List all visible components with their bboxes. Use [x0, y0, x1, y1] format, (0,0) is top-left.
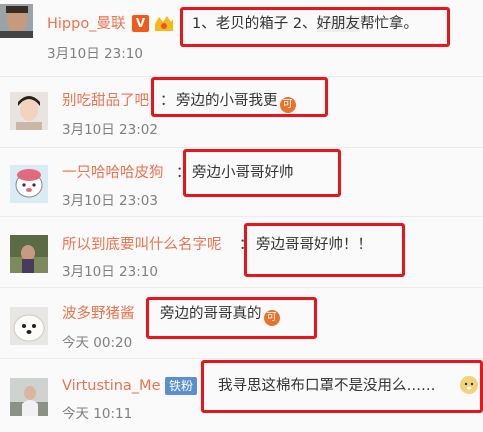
comment-time: 3月10日 23:02: [62, 122, 158, 138]
highlight-box: [151, 77, 328, 117]
avatar[interactable]: [10, 307, 48, 345]
commenter-name[interactable]: 一只哈哈哈皮狗: [62, 164, 164, 182]
highlight-box: [244, 223, 405, 277]
avatar[interactable]: [10, 235, 48, 273]
highlight-box: [146, 297, 317, 339]
highlight-box: [183, 149, 341, 197]
membership-icon: [153, 14, 175, 33]
commenter-name[interactable]: Hippo_曼联: [47, 15, 125, 33]
comment-item: 所以到底要叫什么名字呢 ： 旁边哥哥好帅！！ 3月10日 23:10: [0, 217, 483, 287]
commenter-name[interactable]: 别吃甜品了吧: [62, 92, 149, 110]
verified-badge: V: [132, 15, 149, 32]
comment-time: 今天 00:20: [62, 335, 133, 351]
avatar[interactable]: [10, 92, 48, 130]
highlight-box: [180, 7, 450, 47]
avatar[interactable]: [10, 378, 48, 416]
avatar[interactable]: [10, 165, 48, 203]
comment-time: 3月10日 23:10: [47, 46, 143, 62]
highlight-box: [201, 360, 483, 413]
fan-badge: 铁粉: [165, 377, 198, 395]
comment-time: 3月10日 23:03: [62, 193, 158, 209]
comment-time: 3月10日 23:10: [62, 264, 158, 280]
commenter-name[interactable]: Virtustina_Me: [62, 377, 161, 395]
commenter-name[interactable]: 所以到底要叫什么名字呢: [62, 236, 222, 254]
comment-time: 今天 10:11: [62, 406, 133, 422]
commenter-name[interactable]: 波多野猪酱: [62, 305, 135, 323]
avatar[interactable]: [0, 4, 33, 38]
